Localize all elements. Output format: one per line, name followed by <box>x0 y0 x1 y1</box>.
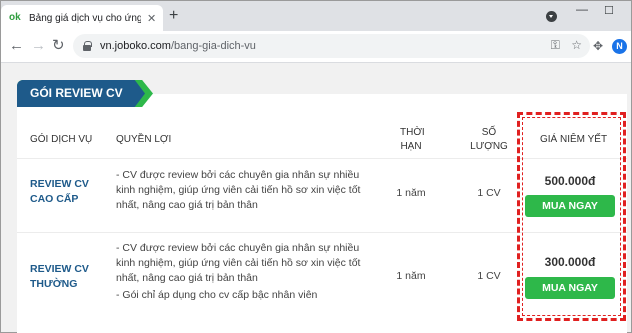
profile-avatar[interactable]: N <box>612 39 627 54</box>
header-quantity: SỐ LƯỢNG <box>469 126 509 154</box>
tab-search-icon[interactable] <box>546 11 557 22</box>
table-row: REVIEW CV THƯỜNG - CV được review bởi cá… <box>17 233 627 326</box>
service-name[interactable]: REVIEW CV CAO CẤP <box>30 177 89 207</box>
site-favicon: ok <box>9 12 21 23</box>
browser-toolbar: ← → ↻ vn.joboko.com/bang-gia-dich-vu ⚿ ☆… <box>1 31 631 63</box>
service-name[interactable]: REVIEW CV THƯỜNG <box>30 262 89 292</box>
header-duration-line2: HẠN <box>400 141 422 152</box>
price-value: 500.000đ <box>544 174 596 188</box>
new-tab-icon[interactable]: + <box>169 7 178 25</box>
browser-tab[interactable]: ok Bảng giá dịch vụ cho ứng viên - ✕ <box>1 5 163 31</box>
buy-now-button[interactable]: MUA NGAY <box>525 195 615 217</box>
duration-value: 1 năm <box>396 270 426 282</box>
header-quantity-line2: LƯỢNG <box>470 141 508 152</box>
quantity-value: 1 CV <box>477 187 501 199</box>
reload-icon[interactable]: ↻ <box>52 38 65 54</box>
tab-close-icon[interactable]: ✕ <box>147 12 156 25</box>
header-price: GIÁ NIÊM YẾT <box>540 134 608 145</box>
section-title: GÓI REVIEW CV <box>17 80 145 107</box>
bookmark-star-icon[interactable]: ☆ <box>571 38 582 52</box>
price-value: 300.000đ <box>544 255 596 269</box>
url-text: vn.joboko.com/bang-gia-dich-vu <box>100 40 256 52</box>
quantity-value: 1 CV <box>477 270 501 282</box>
page-content: GÓI REVIEW CV GÓI DỊCH VỤ QUYỀN LỢI THỜI… <box>1 64 631 333</box>
address-bar[interactable]: vn.joboko.com/bang-gia-dich-vu ⚿ ☆ <box>73 34 590 58</box>
key-icon[interactable]: ⚿ <box>551 38 560 52</box>
table-header: GÓI DỊCH VỤ QUYỀN LỢI THỜI HẠN SỐ LƯỢNG … <box>17 121 627 159</box>
browser-tab-strip: ok Bảng giá dịch vụ cho ứng viên - ✕ + —… <box>1 1 631 31</box>
benefit-text: - CV được review bởi các chuyên gia nhân… <box>116 241 371 305</box>
benefit-item: - CV được review bởi các chuyên gia nhân… <box>116 169 361 211</box>
benefit-item: - Gói chỉ áp dụng cho cv cấp bậc nhân vi… <box>116 289 318 301</box>
table-row: REVIEW CV CAO CẤP - CV được review bởi c… <box>17 159 627 233</box>
header-quantity-line1: SỐ <box>481 127 497 138</box>
forward-icon[interactable]: → <box>31 38 46 54</box>
service-name-line2: CAO CẤP <box>30 193 79 205</box>
header-duration: THỜI HẠN <box>400 126 425 154</box>
maximize-icon[interactable]: ☐ <box>604 4 614 17</box>
duration-value: 1 năm <box>396 187 426 199</box>
tab-title: Bảng giá dịch vụ cho ứng viên - <box>29 12 141 24</box>
url-path: /bang-gia-dich-vu <box>170 40 256 52</box>
lock-icon[interactable] <box>83 41 92 51</box>
back-icon[interactable]: ← <box>9 38 24 54</box>
service-name-line1: REVIEW CV <box>30 178 89 190</box>
header-duration-line1: THỜI <box>400 127 425 138</box>
header-benefit: QUYỀN LỢI <box>116 134 172 145</box>
url-host: vn.joboko.com <box>100 40 171 52</box>
service-name-line1: REVIEW CV <box>30 263 89 275</box>
buy-now-button[interactable]: MUA NGAY <box>525 277 615 299</box>
benefit-text: - CV được review bởi các chuyên gia nhân… <box>116 168 371 215</box>
extensions-icon[interactable]: ✥ <box>593 39 603 53</box>
service-name-line2: THƯỜNG <box>30 278 78 290</box>
minimize-icon[interactable]: — <box>576 2 588 16</box>
benefit-item: - CV được review bởi các chuyên gia nhân… <box>116 242 361 284</box>
omnibox-actions: ⚿ ☆ <box>543 38 582 53</box>
header-service: GÓI DỊCH VỤ <box>30 134 93 145</box>
